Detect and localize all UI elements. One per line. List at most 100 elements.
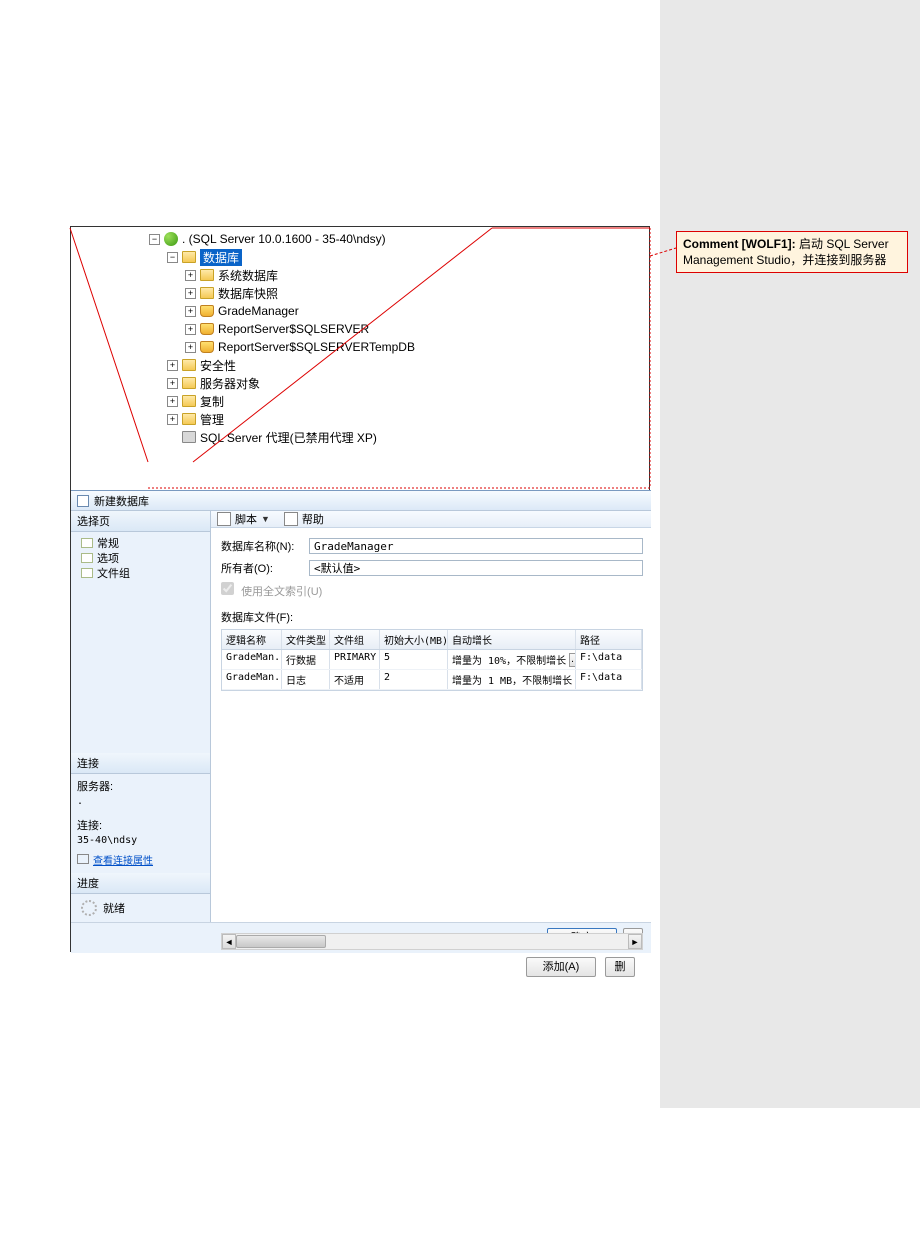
tree-label: ReportServer$SQLSERVERTempDB [218,340,415,354]
progress-header: 进度 [71,873,210,894]
scroll-left-arrow[interactable]: ◄ [222,934,236,949]
view-connection-link[interactable]: 查看连接属性 [93,856,153,867]
connection-props-icon [77,854,89,864]
expand-icon[interactable]: + [185,324,196,335]
connection-header: 连接 [71,753,210,774]
tree-label: 服务器对象 [200,375,260,392]
server-value: . [71,796,210,813]
folder-icon [200,287,214,299]
col-autogrow[interactable]: 自动增长 [448,630,576,649]
progress-spinner-icon [81,900,97,916]
expand-icon[interactable]: + [167,378,178,389]
agent-icon [182,431,196,443]
folder-icon [182,377,196,389]
progress-status: 就绪 [103,900,125,916]
page-icon [81,568,93,578]
folder-icon [200,269,214,281]
review-comment[interactable]: Comment [WOLF1]: 启动 SQL Server Managemen… [676,231,908,273]
tree-label: . (SQL Server 10.0.1600 - 35-40\ndsy) [182,232,386,246]
expand-icon[interactable]: + [185,342,196,353]
tree-label: 数据库快照 [218,285,278,302]
database-files-grid[interactable]: 逻辑名称 文件类型 文件组 初始大小(MB) 自动增长 路径 GradeMan.… [221,629,643,691]
tree-label: 安全性 [200,357,236,374]
folder-icon [182,413,196,425]
horizontal-scrollbar[interactable]: ◄ ► [221,933,643,950]
dialog-titlebar[interactable]: 新建数据库 [71,491,651,511]
tree-db-node[interactable]: + GradeManager [149,302,494,320]
tree-snapshot-node[interactable]: + 数据库快照 [149,284,494,302]
folder-icon [182,251,196,263]
delete-button[interactable]: 删 [605,957,635,977]
tree-db-node[interactable]: + ReportServer$SQLSERVERTempDB [149,338,494,356]
tree-management-node[interactable]: + 管理 [149,410,494,428]
database-icon [200,341,214,353]
help-icon [284,512,298,526]
files-label: 数据库文件(F): [221,609,643,625]
help-button[interactable]: 帮助 [302,511,324,527]
grid-header: 逻辑名称 文件类型 文件组 初始大小(MB) 自动增长 路径 [222,630,642,650]
dialog-left-pane: 选择页 常规 选项 文件组 连接 服务器: . 连接: 35-40\ndsy 查… [71,511,211,922]
col-logical-name[interactable]: 逻辑名称 [222,630,282,649]
page-general[interactable]: 常规 [81,535,204,550]
window-icon [77,495,89,507]
expand-icon[interactable]: + [185,270,196,281]
database-icon [200,323,214,335]
page-options[interactable]: 选项 [81,550,204,565]
col-filegroup[interactable]: 文件组 [330,630,380,649]
expand-icon[interactable]: + [167,414,178,425]
expand-icon[interactable]: + [167,360,178,371]
script-button[interactable]: 脚本 [235,511,257,527]
server-label: 服务器: [71,774,210,796]
collapse-icon[interactable]: − [149,234,160,245]
dropdown-arrow-icon[interactable]: ▼ [261,514,270,524]
select-page-header: 选择页 [71,511,210,532]
page-icon [81,538,93,548]
tree-label: 系统数据库 [218,267,278,284]
dbname-label: 数据库名称(N): [221,538,309,554]
col-file-type[interactable]: 文件类型 [282,630,330,649]
expand-icon[interactable]: + [185,306,196,317]
database-icon [200,305,214,317]
fulltext-checkbox [221,582,234,595]
grid-row[interactable]: GradeMan... 日志 不适用 2 增量为 1 MB，不限制增长... F… [222,670,642,690]
tree-label: ReportServer$SQLSERVER [218,322,369,336]
folder-icon [182,359,196,371]
tree-serverobj-node[interactable]: + 服务器对象 [149,374,494,392]
connection-value: 35-40\ndsy [71,835,210,852]
tree-server-node[interactable]: − . (SQL Server 10.0.1600 - 35-40\ndsy) [149,230,494,248]
col-path[interactable]: 路径 [576,630,642,649]
comment-label: Comment [WOLF1]: [683,237,796,251]
folder-icon [182,395,196,407]
page-filegroups[interactable]: 文件组 [81,565,204,580]
tree-db-node[interactable]: + ReportServer$SQLSERVER [149,320,494,338]
tree-databases-node[interactable]: − 数据库 [149,248,494,266]
object-explorer-tree: − . (SQL Server 10.0.1600 - 35-40\ndsy) … [149,230,494,463]
grid-row[interactable]: GradeMan... 行数据 PRIMARY 5 增量为 10%，不限制增长.… [222,650,642,670]
expand-icon[interactable]: + [185,288,196,299]
scrollbar-thumb[interactable] [236,935,326,948]
expand-icon[interactable]: + [167,396,178,407]
fulltext-label: 使用全文索引(U) [241,586,322,598]
dialog-right-pane: 脚本 ▼ 帮助 数据库名称(N): 所有者(O): [211,511,651,922]
collapse-icon[interactable]: − [167,252,178,263]
owner-input[interactable] [309,560,643,576]
ellipsis-button[interactable]: ... [569,653,576,667]
tree-replication-node[interactable]: + 复制 [149,392,494,410]
dbname-input[interactable] [309,538,643,554]
add-button[interactable]: 添加(A) [526,957,596,977]
tree-label: SQL Server 代理(已禁用代理 XP) [200,429,377,446]
owner-label: 所有者(O): [221,560,309,576]
new-database-dialog: 新建数据库 选择页 常规 选项 文件组 连接 服务器: . 连接: 35-40\… [71,490,651,953]
tree-security-node[interactable]: + 安全性 [149,356,494,374]
col-initial-size[interactable]: 初始大小(MB) [380,630,448,649]
tree-label: 复制 [200,393,224,410]
screenshot-container: − . (SQL Server 10.0.1600 - 35-40\ndsy) … [70,226,650,952]
scroll-right-arrow[interactable]: ► [628,934,642,949]
tree-agent-node[interactable]: SQL Server 代理(已禁用代理 XP) [149,428,494,446]
dialog-title: 新建数据库 [94,493,149,509]
tree-label: 管理 [200,411,224,428]
comment-margin [660,0,920,1108]
server-icon [164,232,178,246]
tree-sysdb-node[interactable]: + 系统数据库 [149,266,494,284]
connection-label: 连接: [71,813,210,835]
